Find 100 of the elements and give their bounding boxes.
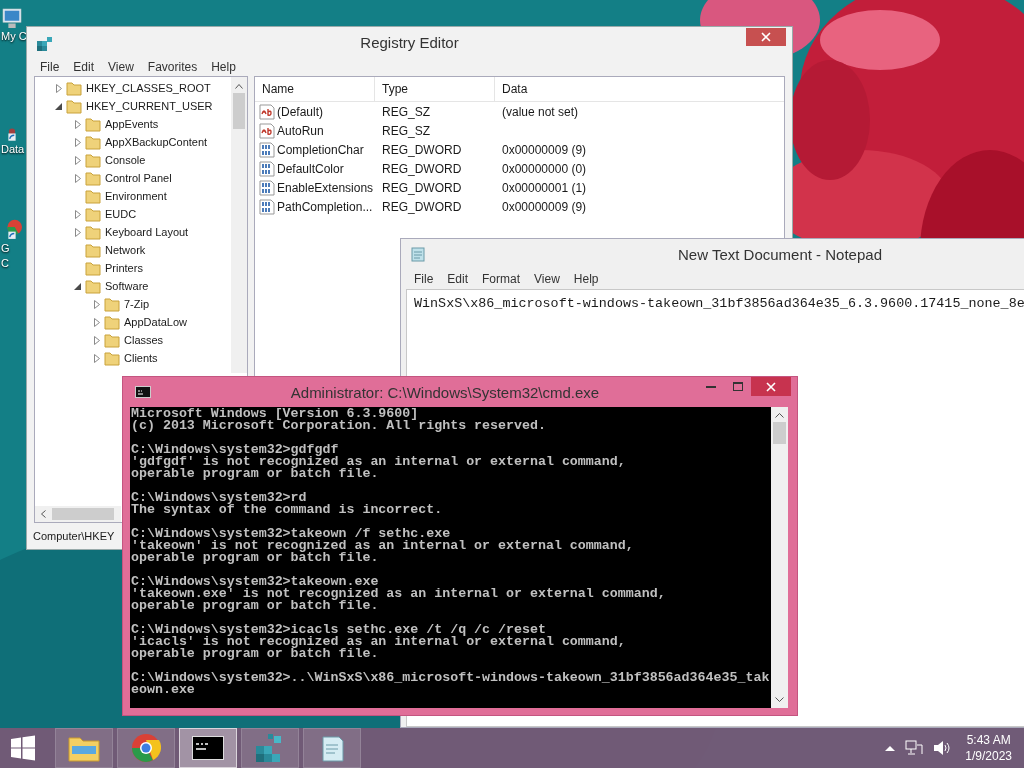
tree-item[interactable]: HKEY_CLASSES_ROOT <box>35 79 231 97</box>
folder-icon <box>85 278 101 294</box>
tree-item[interactable]: AppDataLow <box>35 313 231 331</box>
column-header[interactable]: Name <box>255 77 375 101</box>
desktop-icon-label[interactable]: Data <box>0 141 25 157</box>
expand-arrow-icon[interactable] <box>93 317 100 327</box>
expand-arrow-icon[interactable] <box>74 173 81 183</box>
column-header[interactable]: Type <box>375 77 495 101</box>
scrollbar-thumb[interactable] <box>773 422 786 444</box>
tree-item[interactable]: Clients <box>35 349 231 367</box>
expand-arrow-icon[interactable] <box>74 209 81 219</box>
tree-item[interactable]: Network <box>35 241 231 259</box>
console-icon <box>135 386 151 398</box>
scroll-up-icon[interactable] <box>235 84 243 89</box>
desktop-icon-label[interactable]: G <box>0 240 10 256</box>
scrollbar[interactable] <box>231 77 247 373</box>
expand-arrow-icon[interactable] <box>93 299 100 309</box>
scrollbar[interactable] <box>771 407 788 708</box>
expand-arrow-icon[interactable] <box>74 137 81 147</box>
console-line: operable program or batch file. <box>131 648 380 660</box>
value-name: (Default) <box>277 104 323 119</box>
value-type: REG_DWORD <box>381 180 463 195</box>
console-line: operable program or batch file. <box>131 600 380 612</box>
tree-item[interactable]: Classes <box>35 331 231 349</box>
binary-value-icon <box>259 198 275 215</box>
value-data: (value not set) <box>501 104 580 119</box>
desktop-icon-label[interactable]: C <box>0 255 9 271</box>
expand-arrow-icon[interactable] <box>74 227 81 237</box>
console-line: 'gdfgdf' is not recognized as an internal or external command, <box>131 456 627 468</box>
close-icon <box>766 381 776 392</box>
tree-item[interactable]: AppXBackupContent <box>35 133 231 151</box>
tree-item[interactable]: EUDC <box>35 205 231 223</box>
scrollbar[interactable] <box>35 506 121 522</box>
network-icon[interactable] <box>905 740 924 756</box>
expand-arrow-icon[interactable] <box>93 353 100 363</box>
value-type: REG_DWORD <box>381 161 463 176</box>
value-data: 0x00000001 (1) <box>501 180 588 195</box>
tree-item[interactable]: Keyboard Layout <box>35 223 231 241</box>
expand-arrow-icon[interactable] <box>93 335 100 345</box>
caret-up-icon[interactable] <box>885 745 896 751</box>
console-line: The syntax of the command is incorrect. <box>131 504 444 516</box>
expand-arrow-icon[interactable] <box>55 83 62 93</box>
value-name: CompletionChar <box>277 142 364 157</box>
menu-item[interactable]: File <box>407 272 441 286</box>
tree-item[interactable]: Software <box>35 277 231 295</box>
clock-time[interactable]: 5:43 AM <box>966 732 1011 748</box>
menu-item[interactable]: View <box>101 60 141 74</box>
column-header[interactable]: Data <box>495 77 784 101</box>
menu-item[interactable]: Edit <box>440 272 476 286</box>
console-line: 'takeown.exe' is not recognized as an internal or external command, <box>131 588 667 600</box>
close-button[interactable] <box>746 28 786 46</box>
computer-icon[interactable] <box>2 8 22 29</box>
collapse-arrow-icon[interactable] <box>55 102 62 110</box>
string-value-icon <box>259 103 275 120</box>
menu-item[interactable]: Edit <box>66 60 102 74</box>
console-line: C:\Windows\system32>rd <box>131 492 307 504</box>
value-name: AutoRun <box>277 123 324 138</box>
tree-item[interactable]: Console <box>35 151 231 169</box>
console-icon <box>192 736 224 760</box>
clock-date[interactable]: 1/9/2023 <box>965 748 1012 764</box>
notepad-icon <box>410 246 426 262</box>
tree-item[interactable]: Environment <box>35 187 231 205</box>
tree-item[interactable]: Control Panel <box>35 169 231 187</box>
folder-icon <box>85 170 101 186</box>
taskbar-app-button[interactable] <box>179 728 237 768</box>
menu-item[interactable]: Help <box>566 272 606 286</box>
scrollbar-thumb[interactable] <box>52 508 114 520</box>
value-name: EnableExtensions <box>277 180 374 195</box>
menu-item[interactable]: File <box>33 60 67 74</box>
folder-icon <box>85 242 101 258</box>
value-type: REG_SZ <box>381 104 431 119</box>
value-type: REG_DWORD <box>381 199 463 214</box>
close-button[interactable] <box>751 377 791 396</box>
scroll-left-icon[interactable] <box>41 510 46 518</box>
menu-item[interactable]: Help <box>204 60 243 74</box>
console-line: eown.exe <box>131 684 195 696</box>
tree-item[interactable]: 7-Zip <box>35 295 231 313</box>
tree-item[interactable]: HKEY_CURRENT_USER <box>35 97 231 115</box>
scrollbar-thumb[interactable] <box>233 93 245 129</box>
menu-item[interactable]: Favorites <box>140 60 205 74</box>
folder-icon <box>104 350 120 366</box>
value-data: 0x00000000 (0) <box>501 161 588 176</box>
scroll-up-icon[interactable] <box>775 413 784 418</box>
speaker-icon[interactable] <box>933 740 952 756</box>
tree-item[interactable]: Printers <box>35 259 231 277</box>
scroll-down-icon[interactable] <box>775 697 784 702</box>
menu-item[interactable]: View <box>527 272 567 286</box>
expand-arrow-icon[interactable] <box>74 119 81 129</box>
console-line: C:\Windows\system32>takeown /f sethc.exe <box>131 528 451 540</box>
folder-icon <box>85 152 101 168</box>
tree-item[interactable]: AppEvents <box>35 115 231 133</box>
window-title: Registry Editor <box>360 34 459 51</box>
menu-item[interactable]: Format <box>475 272 528 286</box>
desktop-icon-label[interactable]: My C <box>0 28 27 44</box>
folder-icon <box>66 98 82 114</box>
minimize-icon <box>705 385 716 388</box>
console-line: operable program or batch file. <box>131 552 380 564</box>
collapse-arrow-icon[interactable] <box>74 282 81 290</box>
expand-arrow-icon[interactable] <box>74 155 81 165</box>
folder-icon <box>85 188 101 204</box>
